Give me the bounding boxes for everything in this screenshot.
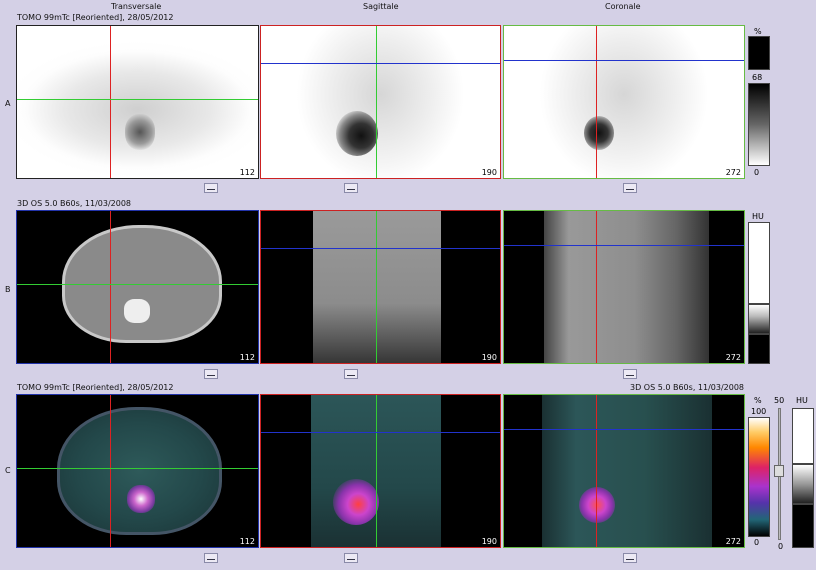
series-label-fusion-ct: 3D OS 5.0 B60s, 11/03/2008: [630, 383, 745, 392]
fusion-color-bar[interactable]: [748, 417, 770, 537]
row-letter-b: B: [5, 285, 11, 294]
fusion-sagittal-view[interactable]: 190: [260, 394, 501, 548]
nm-scale-unit: %: [754, 27, 762, 36]
crosshair-horizontal-blue[interactable]: [261, 248, 500, 249]
ct-window-black: [748, 334, 770, 364]
blend-scale-min: 0: [778, 542, 784, 551]
column-title-coronale: Coronale: [605, 2, 641, 11]
scroll-button-transverse[interactable]: [204, 369, 218, 379]
crosshair-vertical-red[interactable]: [596, 26, 597, 178]
ct-coronal-view[interactable]: 272: [503, 210, 745, 364]
scroll-button-transverse[interactable]: [204, 553, 218, 563]
series-label-nm: TOMO 99mTc [Reoriented], 28/05/2012: [17, 13, 174, 22]
ct-sagittal-view[interactable]: 190: [260, 210, 501, 364]
nm-transverse-view[interactable]: 112: [16, 25, 259, 179]
ct-window-ramp[interactable]: [748, 304, 770, 334]
fusion-ct-ramp[interactable]: [792, 464, 814, 504]
fusion-hotspot: [127, 485, 155, 513]
fusion-ct-unit: HU: [796, 396, 808, 405]
series-label-fusion-nm: TOMO 99mTc [Reoriented], 28/05/2012: [17, 383, 174, 392]
scroll-button-transverse[interactable]: [204, 183, 218, 193]
fusion-scale-max: 100: [751, 407, 767, 416]
column-title-sagittale: Sagittale: [363, 2, 399, 11]
series-label-ct: 3D OS 5.0 B60s, 11/03/2008: [17, 199, 132, 208]
ct-window-white: [748, 222, 770, 304]
slice-number: 190: [481, 353, 497, 362]
crosshair-vertical-green[interactable]: [376, 26, 377, 178]
nm-scale-top-block: [748, 36, 770, 70]
fusion-scale-min: 0: [754, 538, 760, 547]
blend-slider-thumb[interactable]: [774, 465, 784, 477]
fusion-body: [57, 407, 222, 535]
crosshair-vertical-green[interactable]: [376, 211, 377, 363]
blend-scale-value: 50: [774, 396, 785, 405]
slice-number: 190: [481, 537, 497, 546]
crosshair-horizontal-blue[interactable]: [261, 63, 500, 64]
nm-hotspot: [584, 116, 614, 150]
nm-scale-level: 68: [752, 73, 763, 82]
crosshair-horizontal-blue[interactable]: [504, 245, 744, 246]
row-letter-a: A: [5, 99, 11, 108]
crosshair-vertical-red[interactable]: [110, 211, 111, 363]
crosshair-vertical-red[interactable]: [110, 26, 111, 178]
crosshair-vertical-red[interactable]: [596, 395, 597, 547]
column-title-transversale: Transversale: [111, 2, 162, 11]
slice-number: 272: [725, 537, 741, 546]
crosshair-horizontal-green[interactable]: [17, 468, 258, 469]
slice-number: 190: [481, 168, 497, 177]
ct-soft-tissue: [313, 211, 441, 363]
row-letter-c: C: [5, 466, 11, 475]
scroll-button-sagittal[interactable]: [344, 553, 358, 563]
scroll-button-sagittal[interactable]: [344, 183, 358, 193]
crosshair-horizontal-blue[interactable]: [504, 60, 744, 61]
nm-grayscale-bar[interactable]: [748, 83, 770, 166]
nm-hotspot: [336, 111, 378, 156]
scroll-button-sagittal[interactable]: [344, 369, 358, 379]
slice-number: 272: [725, 353, 741, 362]
fusion-transverse-view[interactable]: 112: [16, 394, 259, 548]
nm-scale-min: 0: [754, 168, 760, 177]
crosshair-horizontal-blue[interactable]: [504, 429, 744, 430]
nm-hotspot: [125, 114, 155, 150]
crosshair-vertical-red[interactable]: [110, 395, 111, 547]
ct-transverse-view[interactable]: 112: [16, 210, 259, 364]
fusion-coronal-view[interactable]: 272: [503, 394, 745, 548]
slice-number: 272: [725, 168, 741, 177]
fusion-hotspot: [333, 479, 379, 525]
fusion-hotspot: [579, 487, 615, 523]
ct-soft-tissue: [544, 211, 709, 363]
nm-sagittal-view[interactable]: 190: [260, 25, 501, 179]
crosshair-horizontal-blue[interactable]: [261, 432, 500, 433]
scroll-button-coronal[interactable]: [623, 553, 637, 563]
slice-number: 112: [239, 168, 255, 177]
fusion-scale-unit: %: [754, 396, 762, 405]
crosshair-horizontal-green[interactable]: [17, 284, 258, 285]
fusion-ct-white: [792, 408, 814, 464]
crosshair-horizontal-green[interactable]: [17, 99, 258, 100]
scroll-button-coronal[interactable]: [623, 183, 637, 193]
slice-number: 112: [239, 537, 255, 546]
ct-scale-unit: HU: [752, 212, 764, 221]
fusion-ct-black: [792, 504, 814, 548]
crosshair-vertical-red[interactable]: [596, 211, 597, 363]
fusion-soft-tissue: [542, 395, 712, 547]
scroll-button-coronal[interactable]: [623, 369, 637, 379]
slice-number: 112: [239, 353, 255, 362]
ct-vertebra: [124, 299, 150, 323]
nm-coronal-view[interactable]: 272: [503, 25, 745, 179]
crosshair-vertical-green[interactable]: [376, 395, 377, 547]
